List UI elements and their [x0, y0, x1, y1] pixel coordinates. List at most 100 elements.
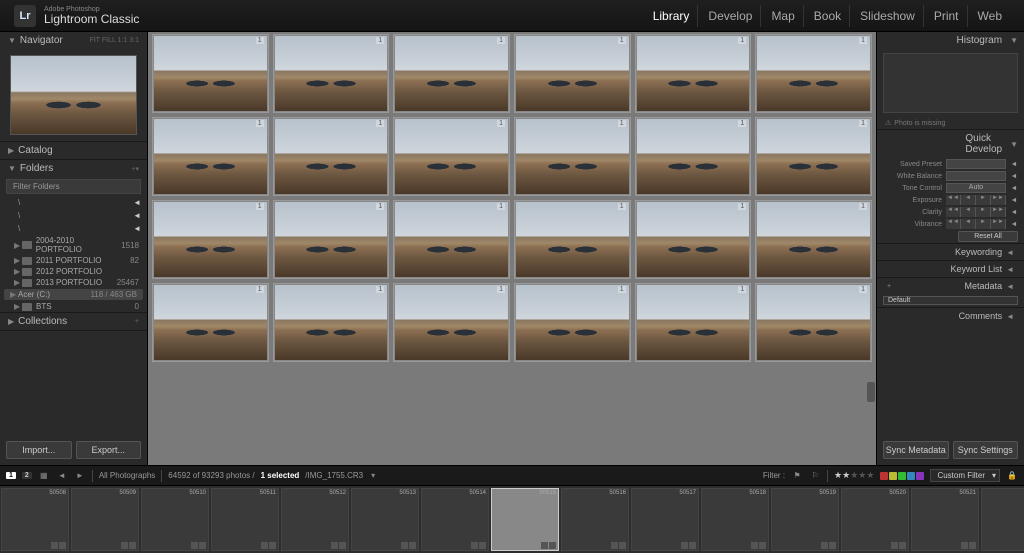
- arrow-left-icon[interactable]: ◄: [1010, 197, 1018, 204]
- color-label[interactable]: [916, 472, 924, 480]
- navigator-header[interactable]: ▼ Navigator FIT FILL 1:1 3:1: [0, 32, 147, 49]
- collections-header[interactable]: ▶ Collections +: [0, 313, 147, 330]
- arrow-left-icon[interactable]: ◄: [1010, 221, 1018, 228]
- navigator-preview[interactable]: [10, 55, 137, 135]
- grid-cell[interactable]: 1: [393, 34, 510, 113]
- filmstrip-cell[interactable]: 50519: [771, 488, 839, 551]
- filmstrip-cell[interactable]: 50517: [631, 488, 699, 551]
- grid-cell[interactable]: 1: [393, 200, 510, 279]
- sync-metadata-button[interactable]: Sync Metadata: [883, 441, 949, 459]
- flag-reject-icon[interactable]: ⚐: [809, 470, 821, 482]
- grid-cell[interactable]: 1: [514, 200, 631, 279]
- filter-folders-input[interactable]: Filter Folders: [6, 179, 141, 194]
- arrow-left-icon[interactable]: ◄: [1010, 185, 1018, 192]
- grid-cell[interactable]: 1: [755, 34, 872, 113]
- import-button[interactable]: Import...: [6, 441, 72, 459]
- preset-select[interactable]: [946, 171, 1006, 181]
- grid-cell[interactable]: 1: [152, 34, 269, 113]
- grid-cell[interactable]: 1: [514, 117, 631, 196]
- reset-all-button[interactable]: Reset All: [958, 231, 1018, 242]
- arrow-left-icon[interactable]: ◄: [1010, 161, 1018, 168]
- panel-keyword-list[interactable]: Keyword List◄: [877, 260, 1024, 277]
- folders-header[interactable]: ▼ Folders +▾: [0, 160, 147, 177]
- grid-cell[interactable]: 1: [514, 283, 631, 362]
- chevron-down-icon[interactable]: ▾: [371, 471, 375, 480]
- folder-row[interactable]: ▶2011 PORTFOLIO82: [0, 255, 147, 266]
- grid-cell[interactable]: 1: [635, 117, 752, 196]
- module-web[interactable]: Web: [970, 5, 1010, 27]
- module-print[interactable]: Print: [926, 5, 968, 27]
- flag-icon[interactable]: ⚑: [791, 470, 803, 482]
- volume-row[interactable]: \◄: [0, 196, 147, 209]
- export-button[interactable]: Export...: [76, 441, 142, 459]
- folder-row[interactable]: ▶ BTS 0: [0, 301, 147, 312]
- module-develop[interactable]: Develop: [700, 5, 761, 27]
- filmstrip-cell[interactable]: 50516: [561, 488, 629, 551]
- panel-comments[interactable]: Comments◄: [877, 307, 1024, 324]
- metadata-preset-select[interactable]: Default: [883, 296, 1018, 305]
- panel-metadata[interactable]: +Metadata◄: [877, 277, 1024, 294]
- filter-lock-icon[interactable]: 🔒: [1006, 470, 1018, 482]
- grid-cell[interactable]: 1: [755, 117, 872, 196]
- filmstrip[interactable]: 5050850509505105051150512505135051450515…: [0, 485, 1024, 553]
- grid-cell[interactable]: 1: [273, 200, 390, 279]
- arrow-left-icon[interactable]: ◄: [1010, 173, 1018, 180]
- module-map[interactable]: Map: [763, 5, 803, 27]
- grid-cell[interactable]: 1: [755, 200, 872, 279]
- filmstrip-cell[interactable]: 50515: [491, 488, 559, 551]
- grid-cell[interactable]: 1: [393, 283, 510, 362]
- filmstrip-cell[interactable]: 50510: [141, 488, 209, 551]
- filmstrip-cell[interactable]: 50511: [211, 488, 279, 551]
- color-label[interactable]: [889, 472, 897, 480]
- module-library[interactable]: Library: [645, 5, 699, 27]
- grid-view[interactable]: 111111111111111111111111: [148, 32, 876, 465]
- stepper-control[interactable]: ◄◄◄►►►: [946, 207, 1006, 217]
- collections-add-icon[interactable]: +: [135, 318, 139, 325]
- sync-settings-button[interactable]: Sync Settings: [953, 441, 1019, 459]
- grid-cell[interactable]: 1: [273, 117, 390, 196]
- filmstrip-cell[interactable]: 50520: [841, 488, 909, 551]
- grid-cell[interactable]: 1: [635, 283, 752, 362]
- auto-tone-button[interactable]: Auto: [946, 183, 1006, 193]
- folder-row[interactable]: ▶2013 PORTFOLIO25467: [0, 277, 147, 288]
- forward-icon[interactable]: ►: [74, 470, 86, 482]
- drive-row[interactable]: ▶ Acer (C:) 118 / 463 GB: [4, 289, 143, 300]
- folders-add-icon[interactable]: +▾: [131, 165, 139, 173]
- volume-row[interactable]: \◄: [0, 209, 147, 222]
- scrollbar-handle[interactable]: [867, 382, 875, 402]
- histogram-header[interactable]: Histogram ▼: [877, 32, 1024, 49]
- back-icon[interactable]: ◄: [56, 470, 68, 482]
- color-label[interactable]: [880, 472, 888, 480]
- grid-cell[interactable]: 1: [514, 34, 631, 113]
- metadata-preset-add-icon[interactable]: +: [887, 283, 891, 290]
- filmstrip-cell[interactable]: 50508: [1, 488, 69, 551]
- color-label[interactable]: [907, 472, 915, 480]
- filmstrip-cell[interactable]: 50513: [351, 488, 419, 551]
- color-label[interactable]: [898, 472, 906, 480]
- stepper-control[interactable]: ◄◄◄►►►: [946, 195, 1006, 205]
- filmstrip-cell[interactable]: 50509: [71, 488, 139, 551]
- filmstrip-cell[interactable]: 50512: [281, 488, 349, 551]
- grid-icon[interactable]: ▦: [38, 470, 50, 482]
- quick-develop-header[interactable]: Quick Develop ▼: [877, 129, 1024, 158]
- filmstrip-cell[interactable]: 50514: [421, 488, 489, 551]
- module-book[interactable]: Book: [806, 5, 850, 27]
- grid-cell[interactable]: 1: [152, 117, 269, 196]
- stepper-control[interactable]: ◄◄◄►►►: [946, 219, 1006, 229]
- breadcrumb[interactable]: All Photographs: [99, 471, 155, 480]
- grid-cell[interactable]: 1: [393, 117, 510, 196]
- navigator-zoom-options[interactable]: FIT FILL 1:1 3:1: [90, 37, 139, 44]
- arrow-left-icon[interactable]: ◄: [1010, 209, 1018, 216]
- volume-row[interactable]: \◄: [0, 222, 147, 235]
- filmstrip-cell[interactable]: 50518: [701, 488, 769, 551]
- custom-filter-dropdown[interactable]: Custom Filter: [930, 469, 1000, 482]
- filmstrip-cell[interactable]: 50521: [911, 488, 979, 551]
- color-label-filter[interactable]: [880, 472, 924, 480]
- window-1-badge[interactable]: 1: [6, 472, 16, 479]
- grid-cell[interactable]: 1: [635, 200, 752, 279]
- folder-row[interactable]: ▶2012 PORTFOLIO: [0, 266, 147, 277]
- panel-keywording[interactable]: Keywording◄: [877, 243, 1024, 260]
- grid-cell[interactable]: 1: [273, 34, 390, 113]
- window-2-badge[interactable]: 2: [22, 472, 32, 479]
- grid-cell[interactable]: 1: [152, 283, 269, 362]
